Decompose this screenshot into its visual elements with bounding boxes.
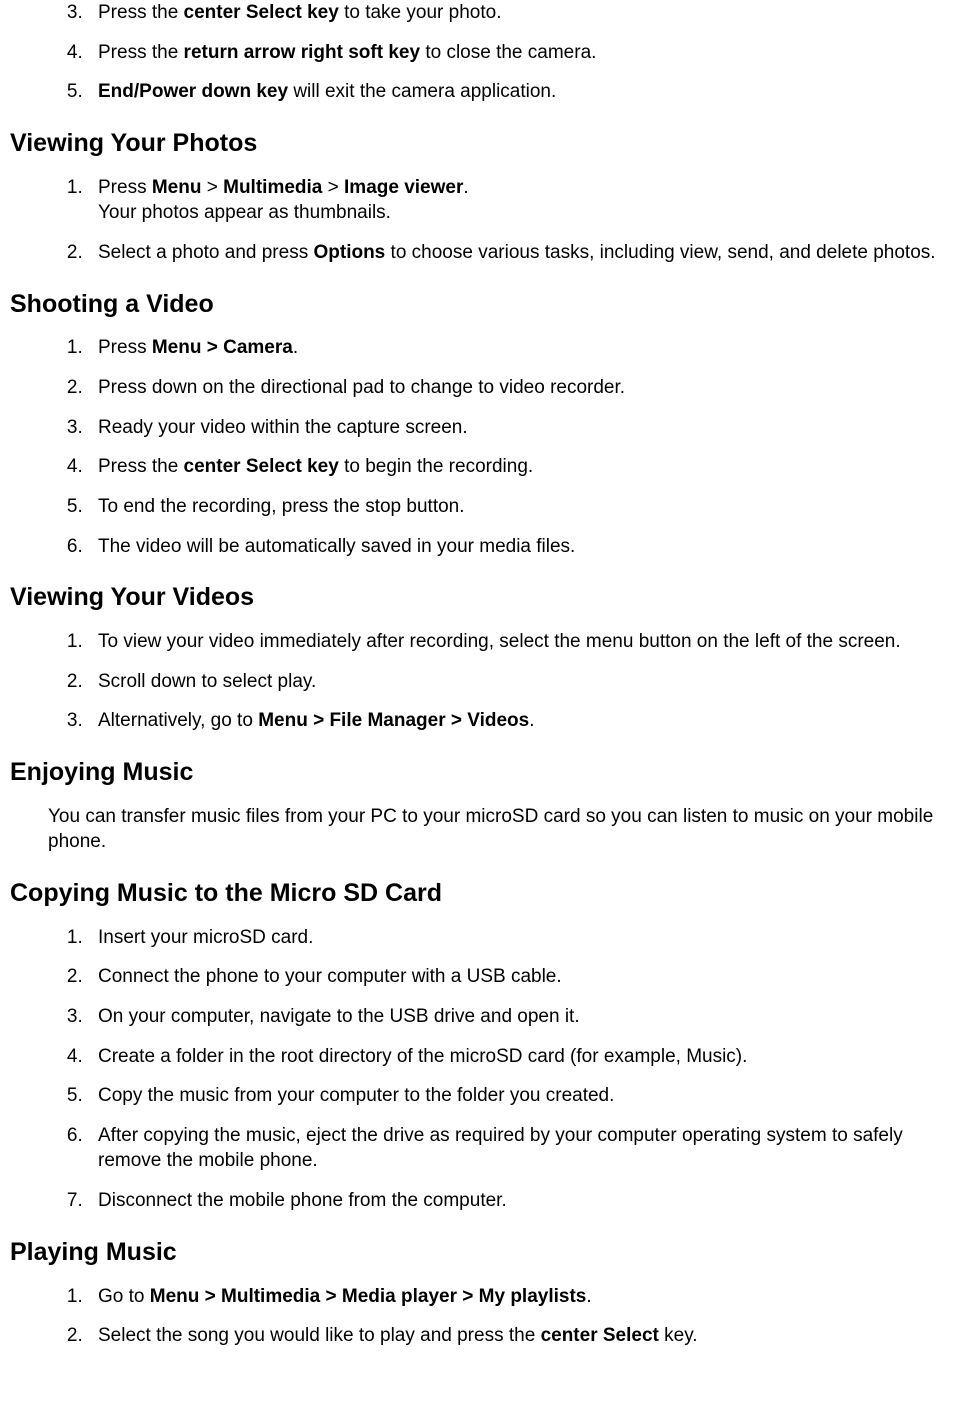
- list-item: Press Menu > Camera.: [88, 335, 946, 361]
- list-item: Ready your video within the capture scre…: [88, 415, 946, 441]
- list-item: Press down on the directional pad to cha…: [88, 375, 946, 401]
- list-item: End/Power down key will exit the camera …: [88, 79, 946, 105]
- list-item: Scroll down to select play.: [88, 669, 946, 695]
- list-item: To view your video immediately after rec…: [88, 629, 946, 655]
- list-item: On your computer, navigate to the USB dr…: [88, 1004, 946, 1030]
- list-item: Alternatively, go to Menu > File Manager…: [88, 708, 946, 734]
- list-item: The video will be automatically saved in…: [88, 534, 946, 560]
- intro-continued-list: Press the center Select key to take your…: [10, 0, 946, 105]
- viewing-photos-list: Press Menu > Multimedia > Image viewer.Y…: [10, 175, 946, 266]
- list-item: Select the song you would like to play a…: [88, 1323, 946, 1349]
- enjoying-music-para: You can transfer music files from your P…: [48, 804, 946, 855]
- list-item: Create a folder in the root directory of…: [88, 1044, 946, 1070]
- heading-copying-music: Copying Music to the Micro SD Card: [10, 877, 946, 911]
- list-item: Go to Menu > Multimedia > Media player >…: [88, 1284, 946, 1310]
- heading-viewing-photos: Viewing Your Photos: [10, 127, 946, 161]
- shooting-video-list: Press Menu > Camera. Press down on the di…: [10, 335, 946, 559]
- heading-viewing-videos: Viewing Your Videos: [10, 581, 946, 615]
- list-item: To end the recording, press the stop but…: [88, 494, 946, 520]
- playing-music-list: Go to Menu > Multimedia > Media player >…: [10, 1284, 946, 1349]
- list-item: Connect the phone to your computer with …: [88, 964, 946, 990]
- heading-shooting-video: Shooting a Video: [10, 288, 946, 322]
- list-item: Copy the music from your computer to the…: [88, 1083, 946, 1109]
- viewing-videos-list: To view your video immediately after rec…: [10, 629, 946, 734]
- copying-music-list: Insert your microSD card. Connect the pho…: [10, 925, 946, 1214]
- list-item: Press the center Select key to begin the…: [88, 454, 946, 480]
- list-item: Press the center Select key to take your…: [88, 0, 946, 26]
- list-item: Disconnect the mobile phone from the com…: [88, 1188, 946, 1214]
- list-item: Insert your microSD card.: [88, 925, 946, 951]
- list-item: Press the return arrow right soft key to…: [88, 40, 946, 66]
- heading-enjoying-music: Enjoying Music: [10, 756, 946, 790]
- heading-playing-music: Playing Music: [10, 1236, 946, 1270]
- list-item: After copying the music, eject the drive…: [88, 1123, 946, 1174]
- list-item: Select a photo and press Options to choo…: [88, 240, 946, 266]
- list-item: Press Menu > Multimedia > Image viewer.Y…: [88, 175, 946, 226]
